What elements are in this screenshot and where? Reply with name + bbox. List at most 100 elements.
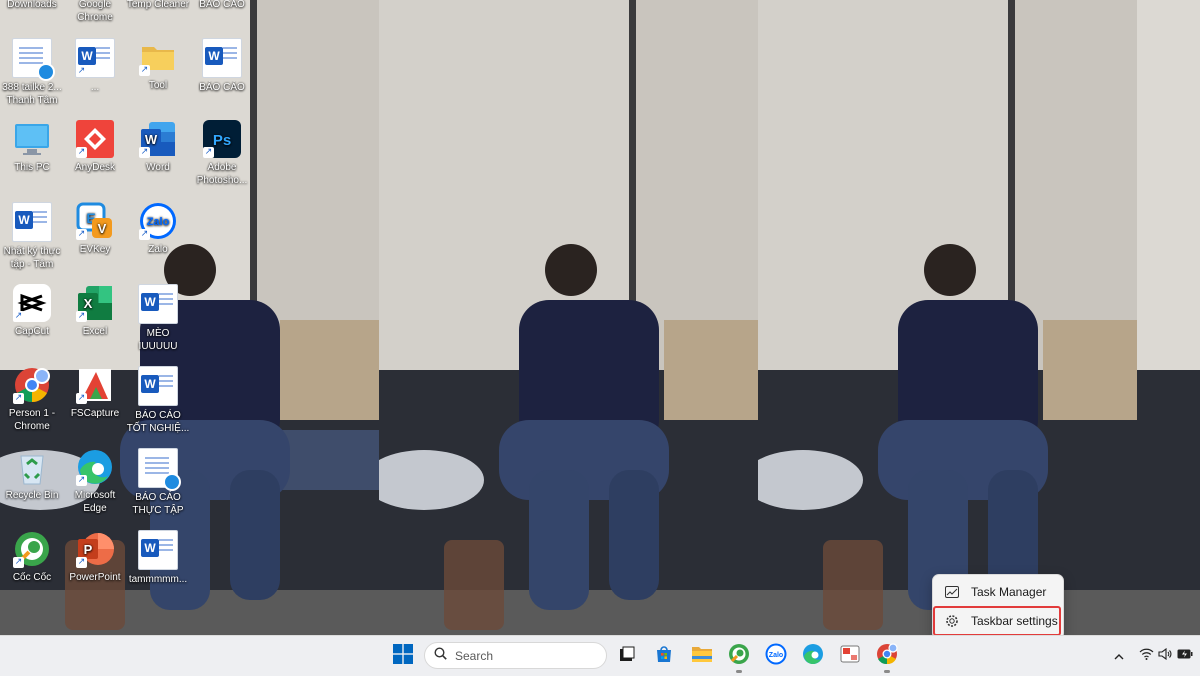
desktop-icon-label: MÈO IUUUUU	[138, 328, 178, 352]
edge-icon	[802, 643, 824, 670]
volume-button[interactable]	[1157, 646, 1173, 666]
zalo-taskbar-button[interactable]: Zalo	[762, 642, 790, 670]
desktop-icon-bao-cao[interactable]: BÁO CÁO	[190, 0, 254, 11]
svg-text:V: V	[98, 221, 107, 236]
desktop-icon-evkey[interactable]: EV ↗ EVKey	[63, 202, 127, 256]
desktop-icon-label: Recycle Bin	[5, 490, 59, 501]
volume-icon	[1158, 647, 1172, 665]
svg-text:W: W	[145, 132, 158, 147]
desktop-icon-tool[interactable]: ↗ Tool	[126, 38, 190, 92]
search-placeholder: Search	[455, 648, 494, 663]
chrome-icon	[876, 642, 898, 670]
snipping-tool-button[interactable]	[836, 642, 864, 670]
taskbar-settings-label: Taskbar settings	[971, 614, 1058, 628]
desktop-icon-meo[interactable]: W MÈO IUUUUU	[126, 284, 190, 353]
edge-taskbar-button[interactable]	[799, 642, 827, 670]
zalo-icon: Zalo	[765, 643, 787, 670]
desktop-icon-label: PowerPoint	[69, 572, 121, 583]
file-explorer-button[interactable]	[688, 642, 716, 670]
recycle-bin-icon	[13, 448, 51, 486]
running-indicator	[736, 670, 742, 673]
desktop-icon-label: BÁO CÁO TỐT NGHIỆ...	[126, 410, 190, 434]
desktop-icon-capcut[interactable]: ↗ CapCut	[0, 284, 64, 338]
desktop-icon-label: EVKey	[79, 244, 111, 255]
capcut-icon: ↗	[13, 284, 51, 322]
folder-icon	[691, 644, 713, 669]
desktop-icon-coccoc[interactable]: ↗ Cốc Cốc	[0, 530, 64, 584]
desktop-icon-downloads[interactable]: Downloads	[0, 0, 64, 11]
wifi-icon	[1139, 647, 1154, 665]
task-manager-label: Task Manager	[971, 585, 1047, 599]
evkey-icon: EV ↗	[76, 202, 114, 240]
desktop-icon-label: Microsoft Edge	[74, 490, 116, 514]
desktop-icon-label: Tool	[148, 80, 168, 91]
desktop-icon-fscapture[interactable]: ↗ FSCapture	[63, 366, 127, 420]
desktop-icon-photoshop[interactable]: Ps ↗ Adobe Photosho...	[190, 120, 254, 187]
desktop-icon-bao-cao-tot-nghiep[interactable]: W BÁO CÁO TỐT NGHIỆ...	[126, 366, 190, 435]
show-hidden-icons-button[interactable]	[1112, 646, 1126, 666]
desktop-icon-person-chrome[interactable]: ↗ Person 1 - Chrome	[0, 366, 64, 433]
wallpaper-panel-2	[379, 0, 758, 635]
taskbar-search-box[interactable]: Search	[424, 642, 607, 669]
desktop-icon-label: Excel	[82, 326, 108, 337]
folder-icon: ↗	[139, 38, 177, 76]
desktop-icon-powerpoint[interactable]: P ↗ PowerPoint	[63, 530, 127, 584]
word-document-icon: W	[12, 202, 52, 242]
desktop-icon-label: This PC	[14, 162, 50, 173]
desktop-icon-pdf-doc[interactable]: 388 tailke 2... Thanh Tâm	[0, 38, 64, 107]
desktop-icon-anydesk[interactable]: ↗ AnyDesk	[63, 120, 127, 174]
monitor-icon	[13, 120, 51, 158]
desktop-icon-label: BÁO CÁO	[199, 0, 245, 10]
zalo-icon: Zalo ↗	[139, 202, 177, 240]
snipping-tool-icon	[839, 643, 861, 670]
taskbar-settings-menu-item[interactable]: Taskbar settings	[933, 606, 1061, 636]
desktop-icon-edge[interactable]: ↗ Microsoft Edge	[63, 448, 127, 515]
taskbar-context-menu: Task Manager Taskbar settings	[932, 574, 1064, 640]
desktop-icon-label: BÁO CÁO THỰC TẬP T...	[132, 492, 184, 516]
coccoc-icon	[728, 643, 750, 670]
running-indicator	[884, 670, 890, 673]
task-manager-icon	[943, 583, 961, 601]
edge-icon: ↗	[76, 448, 114, 486]
desktop-icon-nhat-ky[interactable]: W Nhật ký thực tập - Tâm	[0, 202, 64, 271]
desktop-icon-label: AnyDesk	[74, 162, 115, 173]
store-button[interactable]	[650, 642, 678, 670]
photoshop-icon: Ps ↗	[203, 120, 241, 158]
chrome-taskbar-button[interactable]	[873, 642, 901, 673]
task-manager-menu-item[interactable]: Task Manager	[935, 579, 1059, 605]
svg-text:Zalo: Zalo	[769, 652, 783, 659]
desktop-icon-label: 388 tailke 2... Thanh Tâm	[2, 82, 62, 106]
desktop-icon-temp-cleaner[interactable]: Temp Cleaner	[126, 0, 190, 11]
network-button[interactable]	[1137, 646, 1155, 666]
desktop-icon-excel[interactable]: X ↗ Excel	[63, 284, 127, 338]
task-view-button[interactable]	[613, 642, 641, 670]
start-button[interactable]	[389, 642, 417, 670]
taskbar: Search Zalo	[0, 635, 1200, 676]
battery-button[interactable]	[1176, 646, 1194, 666]
desktop-icon-chrome[interactable]: Google Chrome	[63, 0, 127, 24]
excel-icon: X ↗	[76, 284, 114, 322]
desktop-icon-label: CapCut	[15, 326, 49, 337]
desktop-icon-tammmm[interactable]: W tammmmm...	[126, 530, 190, 586]
desktop-icon-bao-cao-2[interactable]: W BÁO CÁO	[190, 38, 254, 94]
desktop-icon-label: Zalo	[148, 244, 168, 255]
desktop-icon-bao-cao-thuc-tap[interactable]: BÁO CÁO THỰC TẬP T...	[126, 448, 190, 517]
desktop-icon-label: Adobe Photosho...	[196, 162, 248, 186]
chrome-icon: ↗	[13, 366, 51, 404]
svg-text:Ps: Ps	[213, 132, 231, 149]
chevron-up-icon	[1114, 647, 1124, 665]
document-icon	[12, 38, 55, 81]
desktop-icon-zalo[interactable]: Zalo ↗ Zalo	[126, 202, 190, 256]
desktop-icon-label: Cốc Cốc	[12, 572, 52, 583]
desktop-icon-label: Person 1 - Chrome	[8, 408, 56, 432]
desktop-icon-label: tammmmm...	[128, 574, 188, 585]
fscapture-icon: ↗	[76, 366, 114, 404]
desktop-icon-this-pc[interactable]: This PC	[0, 120, 64, 174]
task-view-icon	[618, 645, 636, 668]
word-icon: W ↗	[139, 120, 177, 158]
coccoc-taskbar-button[interactable]	[725, 642, 753, 673]
document-icon	[138, 448, 181, 491]
desktop-icon-word-doc[interactable]: W ↗ ...	[63, 38, 127, 94]
desktop-icon-recycle-bin[interactable]: Recycle Bin	[0, 448, 64, 502]
desktop-icon-word[interactable]: W ↗ Word	[126, 120, 190, 174]
